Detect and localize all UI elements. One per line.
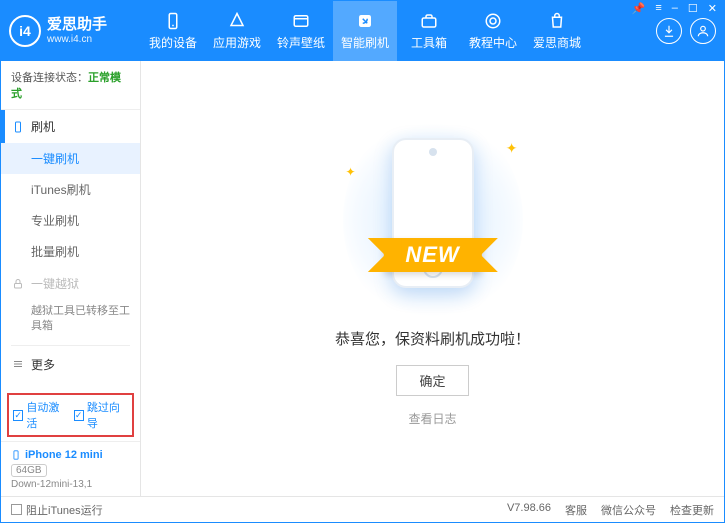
wallpaper-icon: [291, 11, 311, 31]
minimize-icon[interactable]: –: [670, 2, 680, 15]
maximize-icon[interactable]: ☐: [686, 2, 700, 15]
tab-store[interactable]: 爱思商城: [525, 1, 589, 61]
phone-icon: [163, 11, 183, 31]
apps-icon: [227, 11, 247, 31]
view-log-link[interactable]: 查看日志: [408, 410, 456, 427]
connection-status: 设备连接状态：正常模式: [1, 61, 140, 110]
device-name: iPhone 12 mini: [11, 448, 130, 462]
device-download-info: Down-12mini-13,1: [11, 479, 130, 490]
main-content: ✦ ✦ NEW 恭喜您，保资料刷机成功啦！ 确定 查看日志: [141, 61, 724, 496]
store-icon: [547, 11, 567, 31]
main-tabs: 我的设备 应用游戏 铃声壁纸 智能刷机 工具箱 教程中心: [141, 1, 656, 61]
close-icon[interactable]: ✕: [706, 2, 719, 15]
version-label: V7.98.66: [507, 502, 551, 518]
lock-icon: [11, 278, 25, 290]
pin-icon[interactable]: 📌: [630, 2, 648, 15]
checkbox-skip-guide[interactable]: ✓跳过向导: [74, 399, 129, 431]
toolbox-icon: [419, 11, 439, 31]
confirm-button[interactable]: 确定: [396, 365, 468, 396]
success-illustration: ✦ ✦ NEW: [358, 130, 508, 310]
app-title: 爱思助手: [47, 17, 107, 34]
sidebar-item-oneclick-flash[interactable]: 一键刷机: [1, 143, 140, 174]
sidebar-item-itunes-flash[interactable]: iTunes刷机: [1, 174, 140, 205]
tutorial-icon: [483, 11, 503, 31]
app-url: www.i4.cn: [47, 34, 107, 45]
sparkle-icon: ✦: [506, 140, 518, 157]
window-controls: 📌 ≡ – ☐ ✕: [630, 2, 719, 15]
checkbox-block-itunes[interactable]: 阻止iTunes运行: [11, 502, 103, 518]
menu-icon[interactable]: ≡: [653, 2, 663, 15]
checkbox-auto-activate[interactable]: ✓自动激活: [13, 399, 68, 431]
sidebar-item-other-tools[interactable]: 其他工具: [1, 381, 140, 389]
sidebar-group-more[interactable]: 更多: [1, 348, 140, 381]
user-button[interactable]: [690, 18, 716, 44]
footer: 阻止iTunes运行 V7.98.66 客服 微信公众号 检查更新: [1, 496, 724, 522]
new-ribbon: NEW: [383, 238, 481, 272]
download-button[interactable]: [656, 18, 682, 44]
tab-apps[interactable]: 应用游戏: [205, 1, 269, 61]
tab-flash[interactable]: 智能刷机: [333, 1, 397, 61]
list-icon: [11, 358, 25, 370]
sidebar-group-flash[interactable]: 刷机: [1, 110, 140, 143]
highlighted-checkboxes: ✓自动激活 ✓跳过向导: [7, 393, 134, 437]
jailbreak-note: 越狱工具已转移至工具箱: [1, 300, 140, 343]
sidebar-item-batch-flash[interactable]: 批量刷机: [1, 236, 140, 267]
tab-ringtones[interactable]: 铃声壁纸: [269, 1, 333, 61]
tab-tutorials[interactable]: 教程中心: [461, 1, 525, 61]
phone-small-icon: [11, 121, 25, 133]
sidebar: 设备连接状态：正常模式 刷机 一键刷机 iTunes刷机 专业刷机 批量刷机: [1, 61, 141, 496]
wechat-link[interactable]: 微信公众号: [601, 502, 656, 518]
tab-toolbox[interactable]: 工具箱: [397, 1, 461, 61]
success-message: 恭喜您，保资料刷机成功啦！: [335, 328, 530, 349]
header: i4 爱思助手 www.i4.cn 我的设备 应用游戏 铃声壁纸 智能刷机: [1, 1, 724, 61]
sidebar-item-pro-flash[interactable]: 专业刷机: [1, 205, 140, 236]
flash-icon: [355, 11, 375, 31]
device-capacity: 64GB: [11, 464, 47, 477]
tab-my-device[interactable]: 我的设备: [141, 1, 205, 61]
logo[interactable]: i4 爱思助手 www.i4.cn: [9, 15, 141, 47]
check-update-link[interactable]: 检查更新: [670, 502, 714, 518]
sparkle-icon: ✦: [346, 165, 356, 179]
device-panel[interactable]: iPhone 12 mini 64GB Down-12mini-13,1: [1, 441, 140, 496]
logo-icon: i4: [9, 15, 41, 47]
sidebar-group-jailbreak[interactable]: 一键越狱: [1, 267, 140, 300]
customer-service-link[interactable]: 客服: [565, 502, 587, 518]
